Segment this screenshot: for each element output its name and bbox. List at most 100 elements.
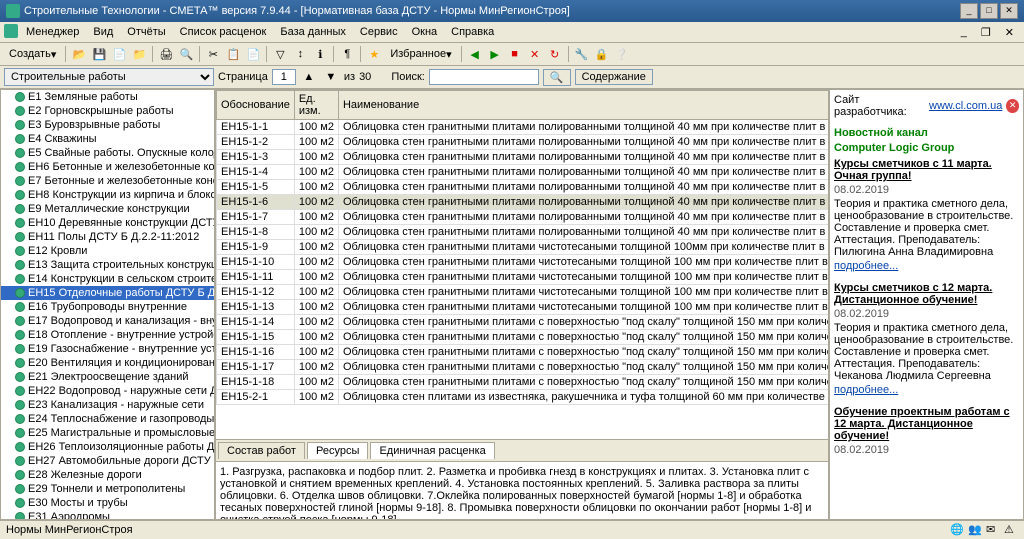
tree-item[interactable]: ЕН27 Автомобильные дороги ДСТУ Б [1,454,214,468]
refresh-icon[interactable]: ↻ [546,45,564,63]
table-row[interactable]: ЕН15-1-4100 м2Облицовка стен гранитными … [217,165,829,180]
tree-item[interactable]: Е3 Буровзрывные работы [1,118,214,132]
page-input[interactable] [272,69,296,85]
menu-reports[interactable]: Отчёты [121,24,171,40]
grid[interactable]: Обоснование Ед. изм. Наименование ЕН15-1… [216,90,828,439]
menu-db[interactable]: База данных [274,24,352,40]
stop-icon[interactable]: ■ [506,45,524,63]
tree-item[interactable]: Е4 Скважины [1,132,214,146]
menu-windows[interactable]: Окна [406,24,444,40]
col-name[interactable]: Наименование [338,91,828,120]
col-unit[interactable]: Ед. изм. [294,91,338,120]
child-close-button[interactable]: ✕ [999,24,1020,38]
tree-item[interactable]: Е9 Металлические конструкции [1,202,214,216]
tree-item[interactable]: Е5 Свайные работы. Опускные колодц [1,146,214,160]
minimize-button[interactable]: _ [960,3,978,19]
category-dropdown[interactable]: Строительные работы [4,68,214,86]
page-down-icon[interactable]: ▼ [322,68,340,86]
tree-item[interactable]: ЕН6 Бетонные и железобетонные кон [1,160,214,174]
tree-item[interactable]: ЕН22 Водопровод - наружные сети ДС [1,384,214,398]
preview-icon[interactable]: 🔍 [177,45,195,63]
tree-item[interactable]: Е28 Железные дороги [1,468,214,482]
tree-item[interactable]: Е23 Канализация - наружные сети [1,398,214,412]
dev-link[interactable]: www.cl.com.ua [929,100,1002,112]
print-icon[interactable]: 🖨 [157,45,175,63]
maximize-button[interactable]: □ [980,3,998,19]
tab-resources[interactable]: Ресурсы [307,442,368,459]
table-row[interactable]: ЕН15-1-14100 м2Облицовка стен гранитными… [217,315,829,330]
table-row[interactable]: ЕН15-1-13100 м2Облицовка стен гранитными… [217,300,829,315]
close-panel-icon[interactable]: ✕ [1006,99,1019,113]
doc-icon[interactable]: 📄 [110,45,128,63]
delete-icon[interactable]: ✕ [526,45,544,63]
table-row[interactable]: ЕН15-1-9100 м2Облицовка стен гранитными … [217,240,829,255]
child-minimize-button[interactable]: _ [955,24,973,38]
tree-item[interactable]: Е25 Магистральные и промысловые [1,426,214,440]
folder-icon[interactable]: 📁 [130,45,148,63]
content-button[interactable]: Содержание [575,69,653,85]
table-row[interactable]: ЕН15-1-6100 м2Облицовка стен гранитными … [217,195,829,210]
cut-icon[interactable]: ✂ [204,45,222,63]
table-row[interactable]: ЕН15-1-17100 м2Облицовка стен гранитными… [217,360,829,375]
tree-item[interactable]: Е12 Кровли [1,244,214,258]
child-restore-button[interactable]: ❐ [975,24,997,38]
wrench-icon[interactable]: 🔧 [573,45,591,63]
news-more-link[interactable]: подробнее... [834,384,898,396]
news-title[interactable]: Обучение проектным работам с 12 марта. Д… [834,406,1019,442]
open-icon[interactable]: 📂 [70,45,88,63]
tree-item[interactable]: Е20 Вентиляция и кондиционировани [1,356,214,370]
tree-item[interactable]: Е29 Тоннели и метрополитены [1,482,214,496]
search-input[interactable] [429,69,539,85]
table-row[interactable]: ЕН15-2-1100 м2Облицовка стен плитами из … [217,390,829,405]
table-row[interactable]: ЕН15-1-11100 м2Облицовка стен гранитными… [217,270,829,285]
copy-icon[interactable]: 📋 [224,45,242,63]
col-code[interactable]: Обоснование [217,91,295,120]
table-row[interactable]: ЕН15-1-12100 м2Облицовка стен гранитными… [217,285,829,300]
save-icon[interactable]: 💾 [90,45,108,63]
news-more-link[interactable]: подробнее... [834,260,898,272]
lock-icon[interactable]: 🔒 [593,45,611,63]
tree-item[interactable]: Е18 Отопление - внутренние устройст [1,328,214,342]
forward-icon[interactable]: ▶ [486,45,504,63]
back-icon[interactable]: ◀ [466,45,484,63]
table-row[interactable]: ЕН15-1-5100 м2Облицовка стен гранитными … [217,180,829,195]
menu-service[interactable]: Сервис [354,24,404,40]
tree-item[interactable]: Е16 Трубопроводы внутренние [1,300,214,314]
sort-icon[interactable]: ↕ [291,45,309,63]
page-up-icon[interactable]: ▲ [300,68,318,86]
tree-item[interactable]: Е17 Водопровод и канализация - внут [1,314,214,328]
table-row[interactable]: ЕН15-1-15100 м2Облицовка стен гранитными… [217,330,829,345]
news-title[interactable]: Курсы сметчиков с 11 марта. Очная группа… [834,158,1019,182]
table-row[interactable]: ЕН15-1-1100 м2Облицовка стен гранитными … [217,120,829,135]
tab-works[interactable]: Состав работ [218,442,305,459]
table-row[interactable]: ЕН15-1-16100 м2Облицовка стен гранитными… [217,345,829,360]
tree-item[interactable]: Е7 Бетонные и железобетонные конс [1,174,214,188]
table-row[interactable]: ЕН15-1-10100 м2Облицовка стен гранитными… [217,255,829,270]
search-button[interactable]: 🔍 [543,69,571,86]
table-row[interactable]: ЕН15-1-2100 м2Облицовка стен гранитными … [217,135,829,150]
tree-item[interactable]: ЕН26 Теплоизоляционные работы ДС [1,440,214,454]
tree-item[interactable]: Е2 Горновскрышные работы [1,104,214,118]
menu-rates[interactable]: Список расценок [174,24,273,40]
table-row[interactable]: ЕН15-1-7100 м2Облицовка стен гранитными … [217,210,829,225]
tree-item[interactable]: Е13 Защита строительных конструкци [1,258,214,272]
favorites-button[interactable]: Избранное ▾ [385,45,456,63]
table-row[interactable]: ЕН15-1-8100 м2Облицовка стен гранитными … [217,225,829,240]
tree-item[interactable]: Е14 Конструкции в сельском строителс [1,272,214,286]
help-icon[interactable]: ❔ [613,45,631,63]
tree-item[interactable]: ЕН10 Деревянные конструкции ДСТУ [1,216,214,230]
table-row[interactable]: ЕН15-1-18100 м2Облицовка стен гранитными… [217,375,829,390]
para-icon[interactable]: ¶ [338,45,356,63]
tree-item[interactable]: Е24 Теплоснабжение и газопроводы [1,412,214,426]
tree-item[interactable]: ЕН11 Полы ДСТУ Б Д.2.2-11:2012 [1,230,214,244]
tab-unitprice[interactable]: Единичная расценка [370,442,494,459]
star-icon[interactable]: ★ [365,45,383,63]
tree-item[interactable]: Е31 Аэродромы [1,510,214,520]
filter-icon[interactable]: ▽ [271,45,289,63]
tree-item[interactable]: Е30 Мосты и трубы [1,496,214,510]
paste-icon[interactable]: 📄 [244,45,262,63]
menu-view[interactable]: Вид [87,24,119,40]
tree-item[interactable]: Е1 Земляные работы [1,90,214,104]
menu-help[interactable]: Справка [445,24,500,40]
tree-panel[interactable]: Е1 Земляные работыЕ2 Горновскрышные рабо… [0,89,215,520]
